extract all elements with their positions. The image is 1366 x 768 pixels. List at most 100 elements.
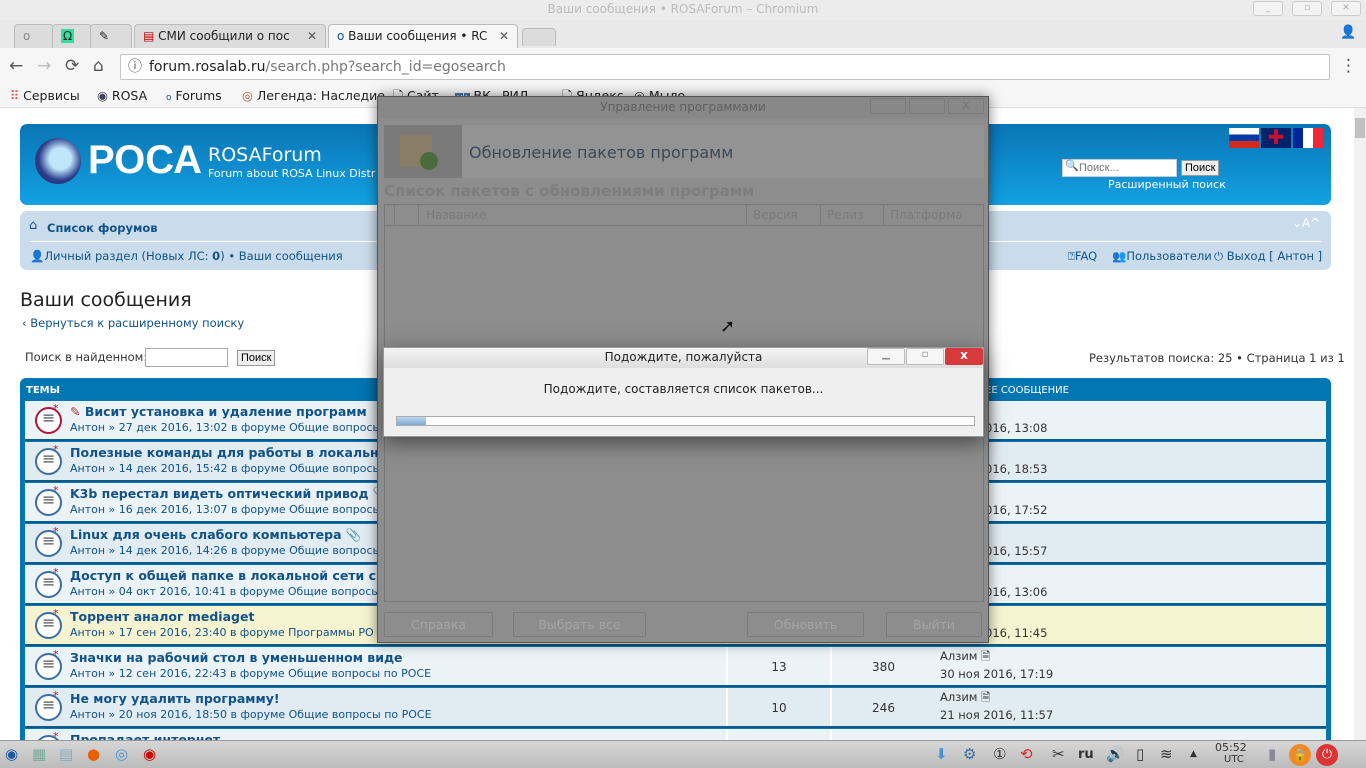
maximize-button[interactable]: ▫ bbox=[1292, 1, 1322, 16]
target-app-icon[interactable]: ◉ bbox=[143, 745, 156, 763]
window-titlebar: Ваши сообщения • ROSAForum – Chromium _ … bbox=[0, 0, 1366, 20]
select-all-button[interactable]: Выбрать все bbox=[513, 612, 646, 637]
header-search-button[interactable]: Поиск bbox=[1181, 160, 1220, 176]
advanced-search-link[interactable]: Расширенный поиск bbox=[1108, 178, 1226, 191]
files-icon[interactable]: ▤ bbox=[59, 745, 73, 763]
topic-title-link[interactable]: Значки на рабочий стол в уменьшенном вид… bbox=[70, 650, 403, 665]
update-button[interactable]: Обновить bbox=[747, 612, 864, 637]
volume-icon[interactable]: 🔊 bbox=[1106, 745, 1125, 763]
site-icon: Ω bbox=[61, 29, 75, 43]
app-close-button[interactable]: X bbox=[948, 98, 984, 114]
topic-title-link[interactable]: Полезные команды для работы в локальной … bbox=[70, 445, 424, 460]
topic-title-link[interactable]: Linux для очень слабого компьютера 📎 bbox=[70, 527, 361, 543]
users-link[interactable]: 👥Пользователи bbox=[1112, 249, 1212, 263]
table-row: * Не могу удалить программу! Антон » 20 но… bbox=[25, 688, 1326, 728]
exit-button[interactable]: Выйти bbox=[886, 612, 982, 637]
results-count: Результатов поиска: 25 • Страница 1 из 1 bbox=[1089, 351, 1345, 365]
settings-icon[interactable]: ⚙ bbox=[963, 745, 976, 763]
tab-pinned-3[interactable]: ✎ bbox=[90, 24, 132, 48]
breadcrumb-forum-list[interactable]: Список форумов bbox=[47, 221, 158, 235]
profile-icon[interactable]: 👤 bbox=[1340, 25, 1356, 40]
wifi-icon[interactable]: ≋ bbox=[1160, 745, 1173, 763]
last-post-author[interactable]: Алзим 🗎 bbox=[940, 690, 990, 709]
col-name[interactable]: Название bbox=[418, 205, 486, 225]
trash-icon[interactable]: ▮ bbox=[1268, 745, 1276, 763]
bookmark-rosa[interactable]: ◉ ROSA bbox=[97, 84, 147, 108]
new-tab-button[interactable] bbox=[522, 28, 556, 46]
rosa-icon: ◉ bbox=[97, 88, 108, 103]
star-icon: * bbox=[53, 402, 59, 415]
logo-text[interactable]: РОСА bbox=[88, 138, 202, 183]
update-icon[interactable]: ⟲ bbox=[1020, 745, 1033, 763]
app-minimize-button[interactable] bbox=[870, 98, 906, 114]
col-release[interactable]: Релиз bbox=[820, 205, 863, 225]
notification-icon[interactable]: ① bbox=[993, 745, 1006, 763]
battery-icon[interactable]: ▯ bbox=[1136, 745, 1144, 763]
col-last-post-header: ЕЕ СООБЩЕНИЕ bbox=[985, 385, 1069, 396]
forward-icon[interactable]: → bbox=[37, 56, 51, 76]
power-icon[interactable]: ⏻ bbox=[1316, 744, 1338, 766]
topic-title-link[interactable]: Не могу удалить программу! bbox=[70, 691, 280, 706]
lock-icon[interactable]: 🔒 bbox=[1289, 744, 1311, 766]
chromium-icon[interactable]: ◎ bbox=[115, 745, 128, 763]
view-post-icon: 🗎 bbox=[981, 649, 991, 663]
scissors-icon[interactable]: ✂ bbox=[1052, 745, 1065, 763]
topic-title-link[interactable]: ✎ Висит установка и удаление программ bbox=[70, 404, 367, 419]
start-menu-icon[interactable]: ◉ bbox=[5, 745, 18, 763]
clock-time[interactable]: 05:52 bbox=[1215, 741, 1247, 754]
close-tab-icon[interactable]: ✕ bbox=[307, 25, 317, 47]
tray-expand-icon[interactable]: ▲ bbox=[1190, 749, 1197, 759]
download-icon[interactable]: ⬇ bbox=[935, 745, 948, 763]
topic-meta: Антон » 20 ноя 2016, 18:50 в форуме Общи… bbox=[70, 708, 432, 721]
personal-area-link[interactable]: 👤Личный раздел (Новых ЛС: 0) • Ваши сооб… bbox=[30, 249, 343, 263]
app-header-band: Обновление пакетов программ bbox=[384, 125, 984, 178]
app-maximize-button[interactable] bbox=[909, 98, 945, 114]
topic-title-link[interactable]: Пропадает интернет bbox=[70, 732, 220, 740]
wait-maximize-button[interactable]: ▫ bbox=[906, 348, 944, 365]
bookmark-legend[interactable]: ◎ Легенда: Наследие bbox=[242, 84, 385, 108]
flag-uk-icon[interactable]: ✚ bbox=[1261, 128, 1291, 148]
col-version[interactable]: Версия bbox=[746, 205, 798, 225]
replies-cell: 10 bbox=[726, 688, 830, 726]
app-header-title: Обновление пакетов программ bbox=[469, 143, 734, 162]
menu-icon[interactable]: ⋮ bbox=[1340, 56, 1357, 76]
help-button[interactable]: Справка bbox=[384, 612, 493, 637]
topic-title-link[interactable]: K3b перестал видеть оптический привод 📎 bbox=[70, 486, 389, 502]
col-platform[interactable]: Платформа bbox=[883, 205, 963, 225]
tab-pinned-1[interactable]: o bbox=[14, 24, 54, 48]
keyboard-layout[interactable]: ru bbox=[1078, 747, 1094, 762]
last-post-author[interactable]: Алзим 🗎 bbox=[940, 649, 990, 668]
minimize-button[interactable]: _ bbox=[1253, 1, 1283, 16]
tab-strip: o Ω ✎ ▤ СМИ сообщили о пос ✕ o Ваши сообщ… bbox=[0, 20, 1366, 48]
topic-title-link[interactable]: Торрент аналог mediaget bbox=[70, 609, 254, 624]
bookmark-forums[interactable]: o Forums bbox=[166, 84, 222, 110]
home-icon[interactable]: ⌂ bbox=[93, 56, 104, 76]
tab-pinned-2[interactable]: Ω bbox=[52, 24, 92, 48]
topic-title-link[interactable]: Доступ к общей папке в локальной сети с … bbox=[70, 568, 426, 583]
search-in-found-button[interactable]: Поиск bbox=[237, 350, 276, 366]
header-search-input[interactable] bbox=[1062, 159, 1177, 177]
wait-close-button[interactable]: x bbox=[945, 348, 983, 365]
file-manager-icon[interactable]: ▦ bbox=[32, 745, 46, 763]
flag-russia-icon[interactable] bbox=[1229, 128, 1259, 148]
flag-france-icon[interactable] bbox=[1293, 128, 1323, 148]
page-scrollbar[interactable] bbox=[1354, 108, 1366, 740]
back-to-search-link[interactable]: ‹ Вернуться к расширенному поиску bbox=[22, 316, 244, 330]
tab-your-posts[interactable]: o Ваши сообщения • RC ✕ bbox=[328, 24, 518, 48]
search-in-found-input[interactable] bbox=[145, 348, 228, 367]
tab-news[interactable]: ▤ СМИ сообщили о пос ✕ bbox=[134, 24, 326, 48]
back-icon[interactable]: ← bbox=[9, 56, 23, 76]
logout-link[interactable]: ⏻ Выход [ Антон ] bbox=[1214, 249, 1322, 264]
close-window-button[interactable]: ✕ bbox=[1331, 1, 1361, 16]
wait-minimize-button[interactable]: ▁ bbox=[867, 348, 905, 365]
close-tab-icon[interactable]: ✕ bbox=[499, 25, 509, 47]
firefox-icon[interactable]: ● bbox=[87, 745, 100, 763]
address-bar[interactable]: ⓘ forum.rosalab.ru/search.php?search_id=e… bbox=[120, 54, 1330, 80]
reload-icon[interactable]: ⟳ bbox=[65, 56, 79, 76]
font-size-control[interactable]: ⌄A^ bbox=[1292, 216, 1320, 230]
faq-link[interactable]: ⍰FAQ bbox=[1068, 249, 1097, 264]
wait-message: Подождите, составляется список пакетов..… bbox=[543, 382, 824, 396]
your-posts-link: Ваши сообщения bbox=[238, 249, 343, 263]
bookmark-services[interactable]: ⠿ Сервисы bbox=[10, 84, 80, 108]
star-icon: * bbox=[53, 525, 59, 538]
